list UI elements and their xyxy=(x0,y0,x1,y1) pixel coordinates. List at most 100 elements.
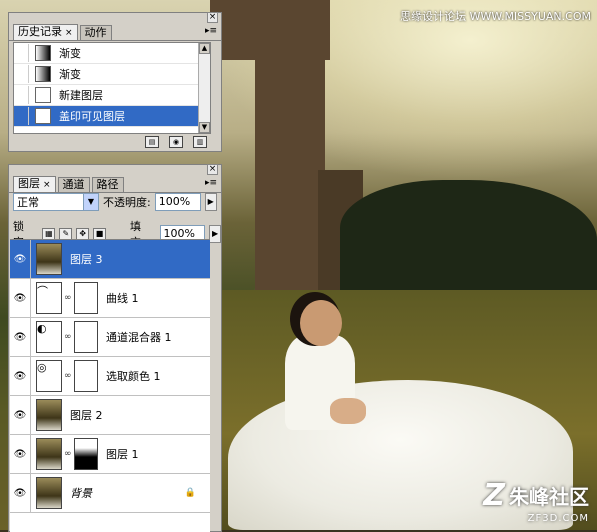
close-icon[interactable]: × xyxy=(207,164,218,175)
layer-mask-thumbnail[interactable] xyxy=(74,360,98,392)
layer-thumbnail xyxy=(36,243,62,275)
layer-mask-thumbnail[interactable] xyxy=(74,321,98,353)
eye-icon[interactable]: 👁 xyxy=(10,279,31,317)
trees xyxy=(340,180,597,300)
history-checkbox[interactable] xyxy=(14,65,29,83)
logo-mark: Z xyxy=(483,478,505,513)
tab-paths-label: 路径 xyxy=(96,178,119,191)
close-icon[interactable]: × xyxy=(207,12,218,23)
bride-hands xyxy=(330,398,366,424)
layer-name[interactable]: 图层 1 xyxy=(106,446,139,462)
tab-actions[interactable]: 动作 xyxy=(79,25,112,40)
lock-icon: 🔒 xyxy=(184,488,196,498)
tab-close-icon[interactable]: × xyxy=(43,180,51,190)
history-item-label: 盖印可见图层 xyxy=(59,110,125,123)
layers-titlebar[interactable]: × xyxy=(9,164,221,176)
chain-link-icon[interactable]: ∞ xyxy=(64,293,72,303)
snapshot-icon[interactable]: ◉ xyxy=(169,136,183,148)
layer-name[interactable]: 选取颜色 1 xyxy=(106,368,161,384)
layers-tabs: 图层 × 通道 路径 ▸≡ xyxy=(9,176,221,193)
selective-color-adjustment-icon: ◎ xyxy=(36,360,62,392)
tab-channels[interactable]: 通道 xyxy=(57,177,90,192)
channel-mixer-adjustment-icon: ◐ xyxy=(36,321,62,353)
chevron-down-icon[interactable]: ▼ xyxy=(83,194,98,210)
layer-row-selected[interactable]: 👁 图层 3 xyxy=(10,240,210,279)
eye-icon[interactable]: 👁 xyxy=(10,396,31,434)
stone-arch-pillar xyxy=(255,50,325,300)
scroll-up-icon[interactable]: ▲ xyxy=(199,43,210,54)
tab-history-label: 历史记录 xyxy=(18,25,62,38)
layer-row[interactable]: 👁 ⌒ ∞ 曲线 1 xyxy=(10,279,210,318)
history-item-selected[interactable]: 盖印可见图层 xyxy=(14,106,210,127)
layer-name[interactable]: 背景 xyxy=(70,485,92,501)
history-checkbox[interactable] xyxy=(14,44,29,62)
layer-thumbnail xyxy=(36,477,62,509)
layer-name[interactable]: 通道混合器 1 xyxy=(106,329,172,345)
blend-row: 正常 ▼ 不透明度: 100% ▶ xyxy=(13,193,217,211)
blend-mode-value: 正常 xyxy=(17,196,39,209)
layer-row[interactable]: 👁 图层 2 xyxy=(10,396,210,435)
history-item[interactable]: 渐变 xyxy=(14,64,210,85)
layer-name[interactable]: 曲线 1 xyxy=(106,290,139,306)
tab-history[interactable]: 历史记录 × xyxy=(13,24,78,40)
opacity-slider-arrow[interactable]: ▶ xyxy=(204,193,217,211)
history-item-label: 渐变 xyxy=(59,68,81,81)
gradient-icon xyxy=(35,45,51,61)
blend-mode-select[interactable]: 正常 ▼ xyxy=(13,193,99,211)
tab-paths[interactable]: 路径 xyxy=(91,177,124,192)
layer-name[interactable]: 图层 2 xyxy=(70,407,103,423)
chain-link-icon[interactable]: ∞ xyxy=(64,371,72,381)
history-item-label: 渐变 xyxy=(59,47,81,60)
history-scrollbar[interactable]: ▲ ▼ xyxy=(198,43,210,133)
history-item[interactable]: 新建图层 xyxy=(14,85,210,106)
logo-url: ZF3D.COM xyxy=(527,513,589,524)
eye-icon[interactable]: 👁 xyxy=(10,435,31,473)
opacity-input[interactable]: 100% xyxy=(154,193,201,211)
panel-menu-icon[interactable]: ▸≡ xyxy=(205,26,217,36)
history-item[interactable]: 渐变 xyxy=(14,43,210,64)
layers-panel: × 图层× 通道 路径 ▸≡ 正常▼ 不透明度: 100% ▶ 锁定: ▦ ✎ … xyxy=(8,164,222,532)
layer-thumbnail xyxy=(36,399,62,431)
history-footer: ▤ ◉ ▥ xyxy=(9,133,221,151)
layer-thumbnail xyxy=(36,438,62,470)
layer-name[interactable]: 图层 3 xyxy=(70,251,103,267)
opacity-label: 不透明度: xyxy=(103,196,151,209)
history-tabs: 历史记录 × 动作 ▸≡ xyxy=(9,24,221,41)
tab-close-icon[interactable]: × xyxy=(65,28,73,38)
layer-row[interactable]: 👁 ◐ ∞ 通道混合器 1 xyxy=(10,318,210,357)
layer-row-background[interactable]: 👁 背景 🔒 xyxy=(10,474,210,513)
document-icon xyxy=(35,108,51,124)
layer-row[interactable]: 👁 ◎ ∞ 选取颜色 1 xyxy=(10,357,210,396)
watermark-text: 思缘设计论坛 WWW.MISSYUAN.COM xyxy=(400,10,591,23)
panel-menu-icon[interactable]: ▸≡ xyxy=(205,178,217,188)
history-checkbox[interactable] xyxy=(14,107,29,125)
logo-name: 朱峰社区 xyxy=(509,485,589,509)
layer-row[interactable]: 👁 ∞ 图层 1 xyxy=(10,435,210,474)
history-item-label: 新建图层 xyxy=(59,89,103,102)
chain-link-icon[interactable]: ∞ xyxy=(64,449,72,459)
scroll-down-icon[interactable]: ▼ xyxy=(199,122,210,133)
tab-layers-label: 图层 xyxy=(18,177,40,190)
layer-mask-thumbnail[interactable] xyxy=(74,282,98,314)
bride-head xyxy=(300,300,342,346)
tab-channels-label: 通道 xyxy=(62,178,85,191)
tab-layers[interactable]: 图层 × xyxy=(13,176,56,192)
layer-mask-thumbnail[interactable] xyxy=(74,438,98,470)
history-panel: × 历史记录 × 动作 ▸≡ 渐变 渐变 新建图层 盖印可见图层 ▲ ▼ ▤ ◉ … xyxy=(8,12,222,152)
history-checkbox[interactable] xyxy=(14,86,29,104)
eye-icon[interactable]: 👁 xyxy=(10,474,31,512)
fill-slider-arrow[interactable]: ▶ xyxy=(209,225,221,243)
chain-link-icon[interactable]: ∞ xyxy=(64,332,72,342)
history-list: 渐变 渐变 新建图层 盖印可见图层 ▲ ▼ xyxy=(13,42,211,134)
eye-icon[interactable]: 👁 xyxy=(10,240,31,278)
new-document-icon[interactable]: ▤ xyxy=(145,136,159,148)
document-icon xyxy=(35,87,51,103)
layers-list: 👁 图层 3 👁 ⌒ ∞ 曲线 1 👁 ◐ ∞ 通道混合器 1 👁 ◎ ∞ 选取… xyxy=(10,239,210,532)
trash-icon[interactable]: ▥ xyxy=(193,136,207,148)
tab-actions-label: 动作 xyxy=(84,26,107,39)
history-titlebar[interactable]: × xyxy=(9,12,221,24)
curves-adjustment-icon: ⌒ xyxy=(36,282,62,314)
gradient-icon xyxy=(35,66,51,82)
eye-icon[interactable]: 👁 xyxy=(10,318,31,356)
eye-icon[interactable]: 👁 xyxy=(10,357,31,395)
